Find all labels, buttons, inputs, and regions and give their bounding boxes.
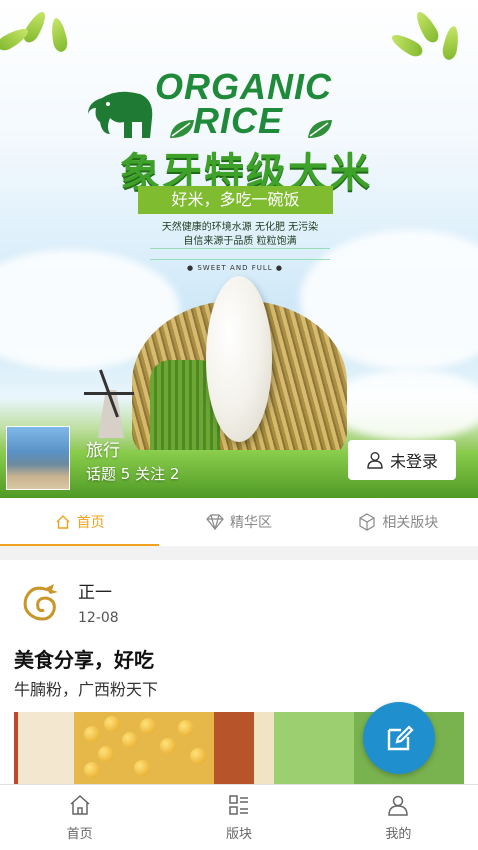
food-detail xyxy=(134,760,150,776)
forum-name: 旅行 xyxy=(86,441,120,461)
forum-thumbnail xyxy=(6,426,70,490)
user-icon xyxy=(388,795,409,816)
food-detail xyxy=(98,746,114,762)
home-icon xyxy=(56,515,70,529)
brand-title: ORGANIC RICE xyxy=(155,69,332,141)
post-excerpt: 牛腩粉，广西粉天下 xyxy=(14,680,159,699)
food-detail xyxy=(160,738,176,754)
tab-featured-label: 精华区 xyxy=(229,515,272,531)
sections-icon xyxy=(229,795,248,815)
bottom-navigation: 首页 版块 我的 xyxy=(0,784,478,850)
leaf-decoration xyxy=(441,25,461,61)
banner-tagline: ● SWEET AND FULL ● xyxy=(187,264,283,272)
food-detail xyxy=(178,720,194,736)
nav-sections[interactable]: 版块 xyxy=(159,785,318,850)
avatar[interactable] xyxy=(16,578,64,626)
food-detail xyxy=(140,718,156,734)
food-detail xyxy=(104,716,120,732)
diamond-icon xyxy=(206,514,224,530)
post-date: 12-08 xyxy=(78,610,119,626)
leaf-decoration xyxy=(388,30,426,60)
post-author[interactable]: 正一 xyxy=(78,578,112,603)
food-detail xyxy=(122,732,138,748)
edit-icon xyxy=(387,725,414,751)
leaf-decoration xyxy=(20,8,50,46)
tab-home-label: 首页 xyxy=(76,515,105,531)
nav-sections-label: 版块 xyxy=(225,827,252,842)
nav-home-label: 首页 xyxy=(66,827,93,842)
banner-fine-print xyxy=(150,248,330,260)
banner-slogan: 好米，多吃一碗饭 xyxy=(138,186,333,214)
brand-line-2: RICE xyxy=(193,100,284,141)
forum-tab-bar: 首页 精华区 相关版块 xyxy=(0,498,478,546)
tab-related-sections[interactable]: 相关版块 xyxy=(319,498,478,546)
elephant-logo-icon xyxy=(88,91,153,138)
nav-home[interactable]: 首页 xyxy=(0,785,159,850)
food-detail xyxy=(190,748,206,764)
post-title[interactable]: 美食分享，好吃 xyxy=(14,644,154,673)
section-divider xyxy=(0,546,478,560)
banner-description-line-2: 自信来源于品质 粒粒饱满 xyxy=(183,236,297,247)
forum-banner: ORGANIC RICE 象牙特级大米 好米，多吃一碗饭 天然健康的环境水源 无… xyxy=(0,0,478,498)
cube-icon xyxy=(359,513,375,531)
login-button-label: 未登录 xyxy=(389,452,438,471)
nav-profile[interactable]: 我的 xyxy=(319,785,478,850)
tab-home[interactable]: 首页 xyxy=(0,498,160,546)
tab-related-sections-label: 相关版块 xyxy=(382,515,439,531)
nav-profile-label: 我的 xyxy=(385,827,412,842)
leaf-decoration xyxy=(412,8,442,46)
user-icon xyxy=(367,452,383,469)
tab-featured[interactable]: 精华区 xyxy=(159,498,318,546)
food-detail xyxy=(84,726,100,742)
food-detail xyxy=(84,762,100,778)
rice-grain-image xyxy=(206,276,272,442)
compose-post-button[interactable] xyxy=(363,702,435,774)
forum-stats: 话题 5 关注 2 xyxy=(86,465,180,483)
home-icon xyxy=(70,794,90,815)
login-button[interactable]: 未登录 xyxy=(348,440,456,480)
cloud-decoration xyxy=(330,370,478,440)
leaf-decoration xyxy=(49,17,69,53)
banner-description-line-1: 天然健康的环境水源 无化肥 无污染 xyxy=(161,222,319,233)
dragon-avatar-icon xyxy=(23,584,58,621)
